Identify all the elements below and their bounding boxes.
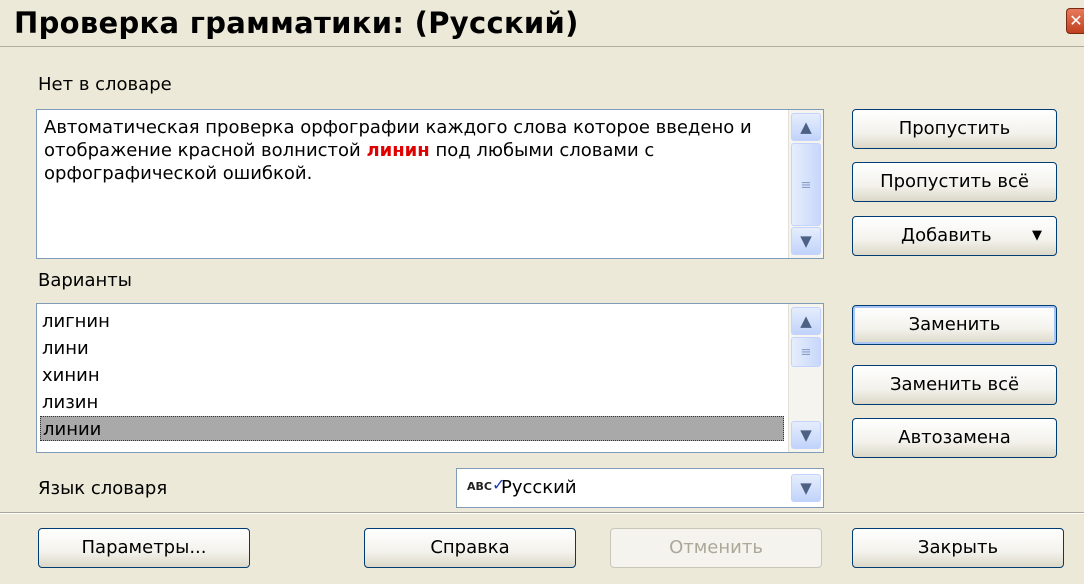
ignore-all-button[interactable]: Пропустить всё [852,162,1057,202]
suggestions-scrollbar[interactable]: ▲ ≡ ▼ [788,304,823,452]
ignore-button[interactable]: Пропустить [852,109,1057,149]
suggestions-list[interactable]: лигнин лини хинин лизин линии ▲ ≡ ▼ [36,303,824,453]
window-title: Проверка грамматики: (Русский) [14,6,579,40]
sentence-scrollbar[interactable]: ▲ ≡ ▼ [788,110,823,258]
help-button[interactable]: Справка [364,528,576,568]
replace-all-button[interactable]: Заменить всё [852,365,1057,405]
list-item[interactable]: лигнин [40,309,782,334]
chevron-down-icon: ▼ [1032,228,1042,243]
options-button[interactable]: Параметры... [38,528,250,568]
not-in-dictionary-label: Нет в словаре [38,74,172,95]
title-bar: Проверка грамматики: (Русский) ✕ [0,0,1084,47]
chevron-down-icon[interactable]: ▼ [791,474,821,502]
close-icon[interactable]: ✕ [1066,8,1084,34]
undo-button: Отменить [610,528,822,568]
add-button[interactable]: Добавить ▼ [852,216,1057,256]
spellcheck-icon: ABC✓ [467,475,506,494]
list-item[interactable]: лизин [40,390,782,415]
scroll-thumb[interactable]: ≡ [791,337,821,367]
scroll-up-icon[interactable]: ▲ [791,113,821,141]
scroll-down-icon[interactable]: ▼ [791,227,821,255]
dictionary-language-value: Русский [501,477,577,498]
scroll-up-icon[interactable]: ▲ [791,307,821,335]
sentence-textbox[interactable]: Автоматическая проверка орфографии каждо… [36,109,824,259]
divider [0,512,1084,514]
sentence-text: Автоматическая проверка орфографии каждо… [44,116,784,185]
list-item-selected[interactable]: линии [40,416,784,441]
add-button-label: Добавить [901,225,992,246]
dictionary-language-label: Язык словаря [38,478,168,499]
dictionary-language-select[interactable]: ABC✓ Русский ▼ [456,468,824,508]
replace-button[interactable]: Заменить [852,305,1057,345]
list-item[interactable]: хинин [40,363,782,388]
suggestions-label: Варианты [38,270,132,291]
close-button[interactable]: Закрыть [852,528,1064,568]
autocorrect-button[interactable]: Автозамена [852,418,1057,458]
scroll-down-icon[interactable]: ▼ [791,421,821,449]
list-item[interactable]: лини [40,336,782,361]
error-word: линин [366,140,430,161]
scroll-thumb[interactable]: ≡ [791,143,821,226]
